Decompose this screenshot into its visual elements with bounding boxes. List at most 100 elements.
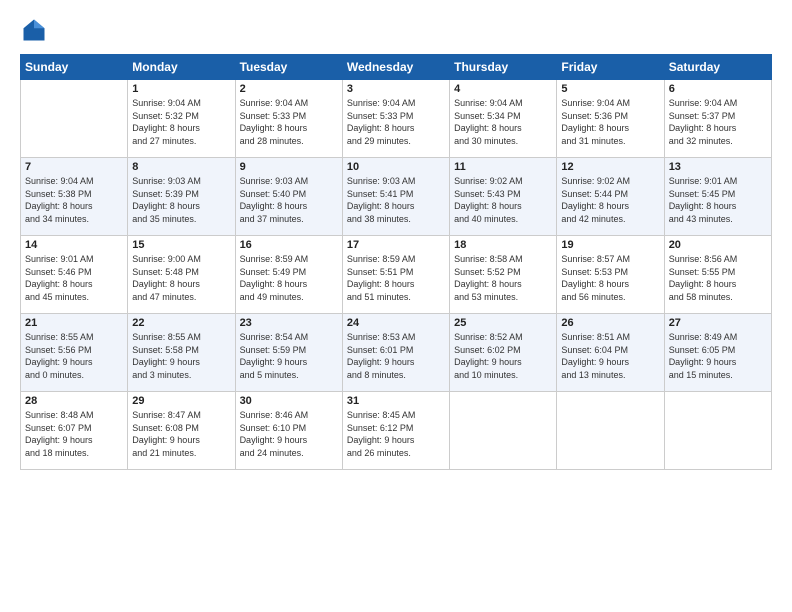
day-number: 31 <box>347 395 445 407</box>
day-number: 19 <box>561 239 659 251</box>
calendar-cell <box>557 392 664 470</box>
day-number: 10 <box>347 161 445 173</box>
calendar-cell: 25Sunrise: 8:52 AM Sunset: 6:02 PM Dayli… <box>450 314 557 392</box>
day-info: Sunrise: 9:04 AM Sunset: 5:34 PM Dayligh… <box>454 97 552 147</box>
day-info: Sunrise: 9:03 AM Sunset: 5:39 PM Dayligh… <box>132 175 230 225</box>
day-info: Sunrise: 9:04 AM Sunset: 5:33 PM Dayligh… <box>347 97 445 147</box>
calendar-cell <box>664 392 771 470</box>
day-number: 12 <box>561 161 659 173</box>
calendar-cell: 5 Sunrise: 9:04 AM Sunset: 5:36 PM Daylig… <box>557 80 664 158</box>
calendar-cell: 6 Sunrise: 9:04 AM Sunset: 5:37 PM Daylig… <box>664 80 771 158</box>
day-info: Sunrise: 9:04 AM Sunset: 5:36 PM Dayligh… <box>561 97 659 147</box>
day-number: 17 <box>347 239 445 251</box>
calendar-cell: 18Sunrise: 8:58 AM Sunset: 5:52 PM Dayli… <box>450 236 557 314</box>
logo <box>20 16 52 44</box>
day-number: 4 <box>454 83 552 95</box>
calendar-cell: 11 Sunrise: 9:02 AM Sunset: 5:43 PM Dayli… <box>450 158 557 236</box>
calendar-cell: 23 Sunrise: 8:54 AM Sunset: 5:59 PM Dayli… <box>235 314 342 392</box>
day-number: 29 <box>132 395 230 407</box>
calendar-cell: 12 Sunrise: 9:02 AM Sunset: 5:44 PM Dayli… <box>557 158 664 236</box>
day-number: 28 <box>25 395 123 407</box>
day-info: Sunrise: 8:59 AM Sunset: 5:51 PM Dayligh… <box>347 253 445 303</box>
calendar-cell: 15 Sunrise: 9:00 AM Sunset: 5:48 PM Dayli… <box>128 236 235 314</box>
calendar-cell: 10 Sunrise: 9:03 AM Sunset: 5:41 PM Dayli… <box>342 158 449 236</box>
day-info: Sunrise: 9:00 AM Sunset: 5:48 PM Dayligh… <box>132 253 230 303</box>
day-number: 6 <box>669 83 767 95</box>
day-number: 23 <box>240 317 338 329</box>
day-info: Sunrise: 8:55 AM Sunset: 5:58 PM Dayligh… <box>132 331 230 381</box>
calendar-week-row: 14 Sunrise: 9:01 AM Sunset: 5:46 PM Dayli… <box>21 236 772 314</box>
day-info: Sunrise: 9:02 AM Sunset: 5:44 PM Dayligh… <box>561 175 659 225</box>
calendar-cell: 24Sunrise: 8:53 AM Sunset: 6:01 PM Dayli… <box>342 314 449 392</box>
day-number: 14 <box>25 239 123 251</box>
day-number: 24 <box>347 317 445 329</box>
day-number: 8 <box>132 161 230 173</box>
day-number: 21 <box>25 317 123 329</box>
calendar-cell: 19 Sunrise: 8:57 AM Sunset: 5:53 PM Dayli… <box>557 236 664 314</box>
calendar-cell: 14 Sunrise: 9:01 AM Sunset: 5:46 PM Dayli… <box>21 236 128 314</box>
day-info: Sunrise: 9:01 AM Sunset: 5:45 PM Dayligh… <box>669 175 767 225</box>
day-number: 7 <box>25 161 123 173</box>
weekday-header: Tuesday <box>235 55 342 80</box>
calendar-cell: 21 Sunrise: 8:55 AM Sunset: 5:56 PM Dayli… <box>21 314 128 392</box>
day-number: 27 <box>669 317 767 329</box>
day-number: 18 <box>454 239 552 251</box>
day-number: 15 <box>132 239 230 251</box>
header <box>20 16 772 44</box>
day-number: 30 <box>240 395 338 407</box>
day-number: 3 <box>347 83 445 95</box>
calendar-cell: 7Sunrise: 9:04 AM Sunset: 5:38 PM Daylig… <box>21 158 128 236</box>
day-info: Sunrise: 9:01 AM Sunset: 5:46 PM Dayligh… <box>25 253 123 303</box>
calendar-week-row: 28 Sunrise: 8:48 AM Sunset: 6:07 PM Dayli… <box>21 392 772 470</box>
day-number: 9 <box>240 161 338 173</box>
day-info: Sunrise: 8:54 AM Sunset: 5:59 PM Dayligh… <box>240 331 338 381</box>
page: SundayMondayTuesdayWednesdayThursdayFrid… <box>0 0 792 612</box>
calendar-cell: 30 Sunrise: 8:46 AM Sunset: 6:10 PM Dayli… <box>235 392 342 470</box>
calendar-cell: 27 Sunrise: 8:49 AM Sunset: 6:05 PM Dayli… <box>664 314 771 392</box>
day-info: Sunrise: 9:02 AM Sunset: 5:43 PM Dayligh… <box>454 175 552 225</box>
day-info: Sunrise: 8:51 AM Sunset: 6:04 PM Dayligh… <box>561 331 659 381</box>
calendar-cell: 29Sunrise: 8:47 AM Sunset: 6:08 PM Dayli… <box>128 392 235 470</box>
calendar-cell: 22 Sunrise: 8:55 AM Sunset: 5:58 PM Dayli… <box>128 314 235 392</box>
calendar-cell: 1Sunrise: 9:04 AM Sunset: 5:32 PM Daylig… <box>128 80 235 158</box>
calendar-cell: 20Sunrise: 8:56 AM Sunset: 5:55 PM Dayli… <box>664 236 771 314</box>
calendar-cell: 4 Sunrise: 9:04 AM Sunset: 5:34 PM Daylig… <box>450 80 557 158</box>
day-info: Sunrise: 9:03 AM Sunset: 5:40 PM Dayligh… <box>240 175 338 225</box>
day-info: Sunrise: 8:48 AM Sunset: 6:07 PM Dayligh… <box>25 409 123 459</box>
day-number: 5 <box>561 83 659 95</box>
day-info: Sunrise: 9:03 AM Sunset: 5:41 PM Dayligh… <box>347 175 445 225</box>
day-info: Sunrise: 8:55 AM Sunset: 5:56 PM Dayligh… <box>25 331 123 381</box>
day-number: 22 <box>132 317 230 329</box>
weekday-header: Sunday <box>21 55 128 80</box>
calendar-cell: 2Sunrise: 9:04 AM Sunset: 5:33 PM Daylig… <box>235 80 342 158</box>
day-number: 13 <box>669 161 767 173</box>
calendar-cell: 8 Sunrise: 9:03 AM Sunset: 5:39 PM Daylig… <box>128 158 235 236</box>
day-number: 11 <box>454 161 552 173</box>
day-info: Sunrise: 8:52 AM Sunset: 6:02 PM Dayligh… <box>454 331 552 381</box>
day-info: Sunrise: 8:59 AM Sunset: 5:49 PM Dayligh… <box>240 253 338 303</box>
weekday-header: Friday <box>557 55 664 80</box>
weekday-header: Thursday <box>450 55 557 80</box>
day-info: Sunrise: 8:57 AM Sunset: 5:53 PM Dayligh… <box>561 253 659 303</box>
day-info: Sunrise: 8:45 AM Sunset: 6:12 PM Dayligh… <box>347 409 445 459</box>
weekday-header: Saturday <box>664 55 771 80</box>
calendar-week-row: 1Sunrise: 9:04 AM Sunset: 5:32 PM Daylig… <box>21 80 772 158</box>
day-number: 16 <box>240 239 338 251</box>
day-info: Sunrise: 8:49 AM Sunset: 6:05 PM Dayligh… <box>669 331 767 381</box>
day-info: Sunrise: 9:04 AM Sunset: 5:37 PM Dayligh… <box>669 97 767 147</box>
calendar-cell: 13 Sunrise: 9:01 AM Sunset: 5:45 PM Dayli… <box>664 158 771 236</box>
day-number: 26 <box>561 317 659 329</box>
calendar-cell: 26 Sunrise: 8:51 AM Sunset: 6:04 PM Dayli… <box>557 314 664 392</box>
header-row: SundayMondayTuesdayWednesdayThursdayFrid… <box>21 55 772 80</box>
calendar-cell: 17 Sunrise: 8:59 AM Sunset: 5:51 PM Dayli… <box>342 236 449 314</box>
calendar-table: SundayMondayTuesdayWednesdayThursdayFrid… <box>20 54 772 470</box>
day-info: Sunrise: 8:46 AM Sunset: 6:10 PM Dayligh… <box>240 409 338 459</box>
calendar-cell: 3 Sunrise: 9:04 AM Sunset: 5:33 PM Daylig… <box>342 80 449 158</box>
logo-icon <box>20 16 48 44</box>
calendar-cell: 28 Sunrise: 8:48 AM Sunset: 6:07 PM Dayli… <box>21 392 128 470</box>
day-number: 1 <box>132 83 230 95</box>
day-info: Sunrise: 9:04 AM Sunset: 5:33 PM Dayligh… <box>240 97 338 147</box>
calendar-cell: 9 Sunrise: 9:03 AM Sunset: 5:40 PM Daylig… <box>235 158 342 236</box>
day-info: Sunrise: 8:56 AM Sunset: 5:55 PM Dayligh… <box>669 253 767 303</box>
weekday-header: Monday <box>128 55 235 80</box>
